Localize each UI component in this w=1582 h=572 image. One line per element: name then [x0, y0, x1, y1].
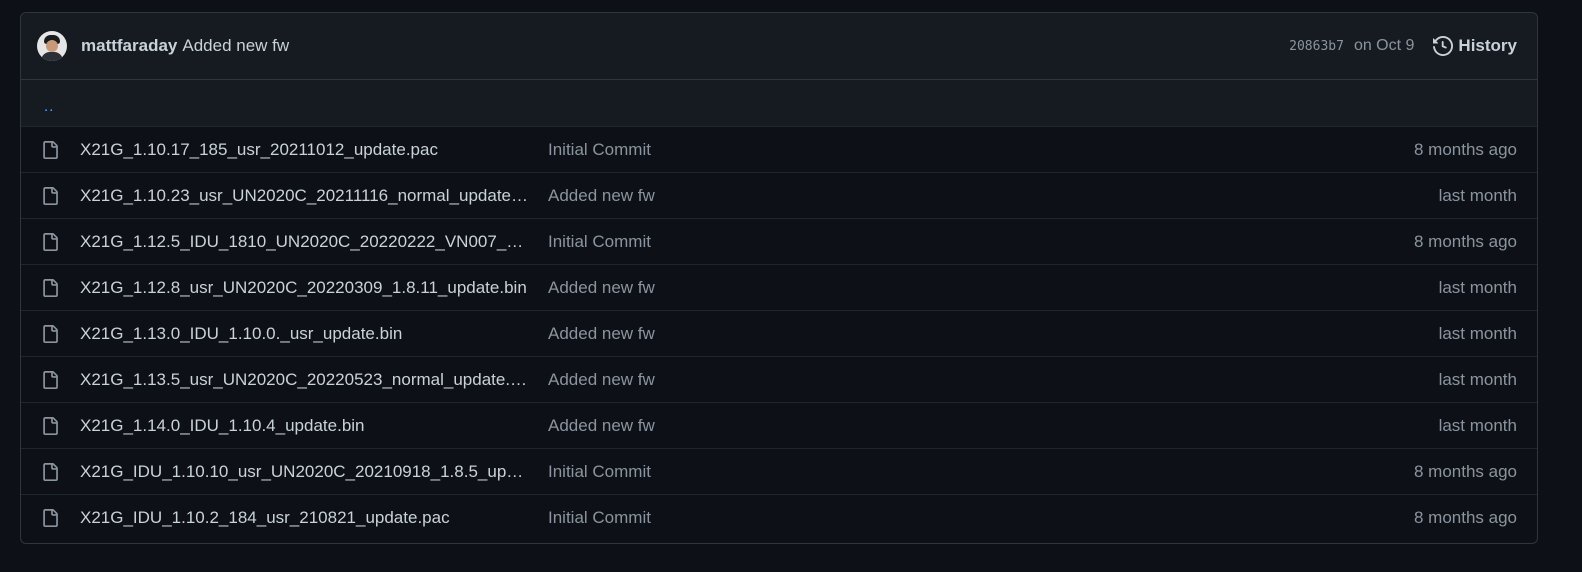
- file-last-modified: last month: [1438, 277, 1517, 297]
- commit-message-link[interactable]: Added new fw: [182, 36, 289, 56]
- file-icon: [41, 323, 61, 345]
- file-icon: [41, 507, 61, 529]
- file-row[interactable]: X21G_IDU_1.10.2_184_usr_210821_update.pa…: [21, 494, 1537, 540]
- file-name-link[interactable]: X21G_1.13.5_usr_UN2020C_20220523_normal_…: [80, 370, 529, 390]
- avatar[interactable]: [37, 31, 67, 61]
- file-row[interactable]: X21G_1.12.5_IDU_1810_UN2020C_20220222_VN…: [21, 218, 1537, 264]
- history-label: History: [1458, 36, 1517, 55]
- file-row[interactable]: X21G_1.12.8_usr_UN2020C_20220309_1.8.11_…: [21, 264, 1537, 310]
- file-commit-message-link[interactable]: Added new fw: [548, 324, 655, 344]
- file-last-modified: last month: [1438, 369, 1517, 389]
- file-name-link[interactable]: X21G_1.13.0_IDU_1.10.0._usr_update.bin: [80, 324, 529, 344]
- file-row[interactable]: X21G_1.10.23_usr_UN2020C_20211116_normal…: [21, 172, 1537, 218]
- file-list: X21G_1.10.17_185_usr_20211012_update.pac…: [21, 126, 1537, 540]
- commit-date: on Oct 9: [1353, 37, 1415, 54]
- parent-directory-link[interactable]: ..: [44, 98, 54, 115]
- parent-directory-row[interactable]: ..: [21, 80, 1537, 126]
- file-icon: [41, 185, 61, 207]
- file-last-modified: 8 months ago: [1413, 231, 1517, 251]
- file-last-modified: last month: [1438, 415, 1517, 435]
- file-commit-message-link[interactable]: Added new fw: [548, 278, 655, 298]
- file-last-modified: last month: [1438, 185, 1517, 205]
- file-icon: [41, 415, 61, 437]
- file-row[interactable]: X21G_1.13.0_IDU_1.10.0._usr_update.bin Ad…: [21, 310, 1537, 356]
- file-commit-message-link[interactable]: Initial Commit: [548, 462, 651, 482]
- file-commit-message-link[interactable]: Added new fw: [548, 186, 655, 206]
- commit-sha-link[interactable]: 20863b7: [1289, 39, 1344, 54]
- file-icon: [41, 139, 61, 161]
- file-row[interactable]: X21G_IDU_1.10.10_usr_UN2020C_20210918_1.…: [21, 448, 1537, 494]
- file-name-link[interactable]: X21G_IDU_1.10.2_184_usr_210821_update.pa…: [80, 508, 529, 528]
- file-icon: [41, 369, 61, 391]
- file-icon: [41, 231, 61, 253]
- file-icon: [41, 277, 61, 299]
- file-name-link[interactable]: X21G_1.10.17_185_usr_20211012_update.pac: [80, 140, 529, 160]
- file-name-link[interactable]: X21G_1.14.0_IDU_1.10.4_update.bin: [80, 416, 529, 436]
- file-browser: mattfaraday Added new fw 20863b7 on Oct …: [20, 12, 1538, 544]
- file-name-link[interactable]: X21G_1.12.5_IDU_1810_UN2020C_20220222_VN…: [80, 232, 529, 252]
- file-name-link[interactable]: X21G_IDU_1.10.10_usr_UN2020C_20210918_1.…: [80, 462, 529, 482]
- file-commit-message-link[interactable]: Initial Commit: [548, 232, 651, 252]
- file-name-link[interactable]: X21G_1.12.8_usr_UN2020C_20220309_1.8.11_…: [80, 278, 529, 298]
- file-last-modified: 8 months ago: [1413, 139, 1517, 159]
- file-name-link[interactable]: X21G_1.10.23_usr_UN2020C_20211116_normal…: [80, 186, 529, 206]
- file-commit-message-link[interactable]: Initial Commit: [548, 508, 651, 528]
- file-commit-message-link[interactable]: Added new fw: [548, 370, 655, 390]
- file-row[interactable]: X21G_1.10.17_185_usr_20211012_update.pac…: [21, 126, 1537, 172]
- file-last-modified: last month: [1438, 323, 1517, 343]
- commit-author-link[interactable]: mattfaraday: [81, 36, 177, 56]
- file-icon: [41, 461, 61, 483]
- file-commit-message-link[interactable]: Added new fw: [548, 416, 655, 436]
- file-commit-message-link[interactable]: Initial Commit: [548, 140, 651, 160]
- file-row[interactable]: X21G_1.14.0_IDU_1.10.4_update.bin Added n…: [21, 402, 1537, 448]
- file-row[interactable]: X21G_1.13.5_usr_UN2020C_20220523_normal_…: [21, 356, 1537, 402]
- file-last-modified: 8 months ago: [1413, 507, 1517, 527]
- history-button[interactable]: History: [1433, 36, 1517, 56]
- history-icon: [1433, 36, 1454, 56]
- file-last-modified: 8 months ago: [1413, 461, 1517, 481]
- latest-commit-bar: mattfaraday Added new fw 20863b7 on Oct …: [21, 13, 1537, 80]
